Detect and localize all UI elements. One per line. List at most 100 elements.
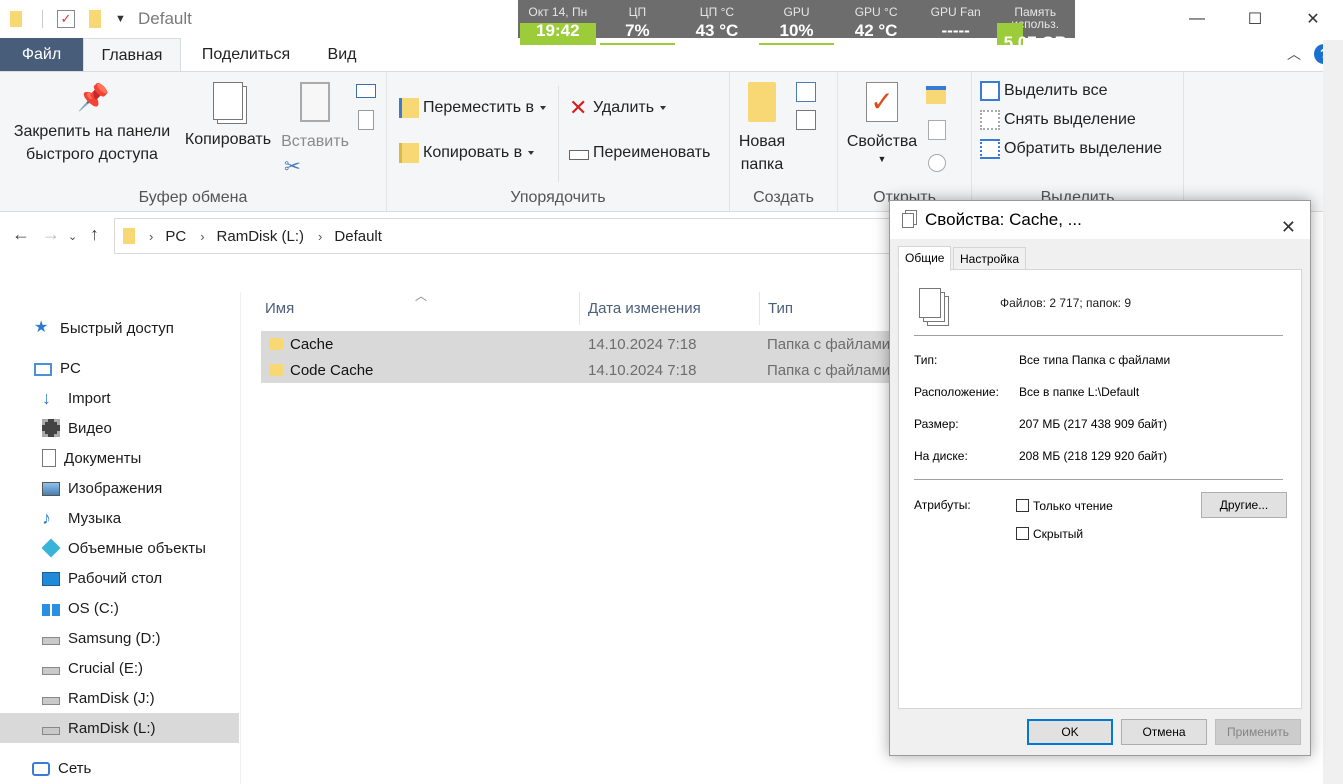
easy-access-icon[interactable] [796, 110, 816, 130]
vertical-scrollbar[interactable] [1323, 40, 1343, 784]
select-none-button[interactable]: Снять выделение [980, 108, 1136, 132]
hw-value: 19:42 [536, 21, 580, 40]
up-arrow-icon[interactable]: ↑ [90, 224, 99, 245]
table-row[interactable]: Code Cache 14.10.2024 7:18 Папка с файла… [261, 357, 901, 383]
properties-button[interactable]: ✓ Свойства ▼ [844, 82, 920, 165]
nav-item-documents[interactable]: Документы [0, 443, 239, 473]
nav-item-music[interactable]: ♪ Музыка [0, 503, 239, 533]
pin-quick-access-button[interactable]: 📌 Закрепить на панели быстрого доступа [6, 82, 178, 166]
maximize-icon: ☐ [1247, 11, 1263, 28]
tab-view[interactable]: Вид [312, 38, 372, 71]
apply-button[interactable]: Применить [1215, 719, 1301, 745]
nav-item-os-c[interactable]: OS (C:) [0, 593, 239, 623]
move-to-button[interactable]: Переместить в [399, 96, 546, 120]
table-row[interactable]: Cache 14.10.2024 7:18 Папка с файлами [261, 331, 901, 357]
edit-icon[interactable] [928, 120, 946, 140]
star-icon: ★ [34, 319, 49, 336]
close-button[interactable]: ✕ [1284, 0, 1342, 38]
new-item-icon[interactable] [796, 82, 816, 102]
invert-selection-label: Обратить выделение [1004, 140, 1163, 157]
forward-arrow-icon[interactable]: → [42, 224, 60, 245]
organize-group-label: Упорядочить [510, 189, 606, 206]
breadcrumb-default[interactable]: Default [334, 228, 382, 245]
rename-button[interactable]: Переименовать [569, 141, 710, 165]
hw-value: 5.07 GB [1003, 33, 1067, 52]
nav-item-network[interactable]: Сеть [0, 753, 239, 783]
hidden-checkbox[interactable] [1016, 527, 1029, 540]
prop-size-value: 207 МБ (217 438 909 байт) [1019, 417, 1168, 431]
download-arrow-icon: ↓ [42, 388, 51, 408]
back-arrow-icon[interactable]: ← [12, 224, 30, 245]
delete-button[interactable]: ✕ Удалить [569, 95, 667, 120]
nav-item-label: RamDisk (L:) [68, 719, 156, 737]
tab-general[interactable]: Общие [898, 246, 952, 271]
nav-item-ramdisk-j[interactable]: RamDisk (J:) [0, 683, 239, 713]
column-header-type[interactable]: Тип [760, 292, 910, 325]
copy-label: Копировать [184, 131, 272, 148]
hw-cpu-cell: ЦП 7% [598, 0, 678, 47]
nav-item-label: Samsung (D:) [68, 629, 161, 647]
select-all-button[interactable]: Выделить все [980, 79, 1107, 103]
nav-item-samsung-d[interactable]: Samsung (D:) [0, 623, 239, 653]
nav-item-video[interactable]: Видео [0, 413, 239, 443]
column-header-date[interactable]: Дата изменения [580, 292, 760, 325]
breadcrumb-ramdisk[interactable]: RamDisk (L:) [217, 228, 305, 245]
hw-value: 10% [779, 21, 814, 40]
nav-item-pc[interactable]: PC [0, 353, 239, 383]
tab-share[interactable]: Поделиться [186, 38, 306, 71]
new-folder-button[interactable]: Новая папка [734, 82, 790, 176]
readonly-checkbox[interactable] [1016, 499, 1029, 512]
hw-value: 7% [625, 21, 650, 40]
open-icon[interactable] [926, 86, 946, 104]
tab-home[interactable]: Главная [83, 38, 181, 72]
chevron-right-icon: › [318, 228, 323, 244]
invert-selection-button[interactable]: Обратить выделение [980, 137, 1162, 161]
nav-item-pictures[interactable]: Изображения [0, 473, 239, 503]
hw-label: GPU °C [854, 5, 898, 19]
paste-shortcut-icon[interactable] [358, 110, 374, 130]
hw-label: ЦП °C [699, 5, 735, 19]
tab-file[interactable]: Файл [0, 38, 83, 71]
cancel-button[interactable]: Отмена [1121, 719, 1207, 745]
file-date: 14.10.2024 7:18 [588, 361, 697, 379]
nav-item-desktop[interactable]: Рабочий стол [0, 563, 239, 593]
copy-to-button[interactable]: Копировать в [399, 141, 535, 165]
hw-date-cell: Окт 14, Пн 19:42 [518, 0, 598, 47]
paste-button[interactable]: Вставить [278, 82, 352, 153]
history-icon[interactable] [928, 154, 946, 172]
scissors-icon[interactable]: ✂ [284, 154, 301, 179]
hw-value: ----- [941, 21, 970, 40]
dialog-close-icon[interactable]: ✕ [1281, 208, 1296, 246]
copy-button[interactable]: Копировать [180, 82, 276, 151]
breadcrumb-pc[interactable]: PC [165, 228, 186, 245]
minimize-button[interactable]: — [1168, 0, 1226, 38]
file-name: Cache [290, 335, 334, 353]
maximize-button[interactable]: ☐ [1226, 0, 1284, 38]
new-folder-quick-icon[interactable] [89, 10, 101, 28]
desktop-icon [42, 572, 60, 586]
advanced-attributes-button[interactable]: Другие... [1201, 492, 1287, 518]
tab-customize[interactable]: Настройка [953, 247, 1027, 270]
customize-toolbar-icon[interactable]: ▼ [115, 13, 126, 25]
nav-item-crucial-e[interactable]: Crucial (E:) [0, 653, 239, 683]
prop-size-on-disk-label: На диске: [914, 449, 968, 463]
nav-item-label: Видео [68, 419, 112, 437]
nav-item-ramdisk-l[interactable]: RamDisk (L:) [0, 713, 239, 743]
nav-item-label: Рабочий стол [68, 569, 163, 587]
select-none-label: Снять выделение [1004, 111, 1136, 128]
delete-x-icon: ✕ [569, 95, 588, 120]
properties-quick-icon[interactable]: ✓ [57, 10, 75, 28]
column-header-name[interactable]: Имя [257, 292, 580, 325]
folder-icon [123, 228, 135, 244]
divider [558, 86, 559, 182]
nav-item-import[interactable]: ↓ Import [0, 383, 239, 413]
copy-path-icon[interactable] [356, 84, 376, 98]
collapse-ribbon-icon[interactable]: ︿ [1287, 44, 1301, 64]
nav-item-label: Import [68, 389, 111, 407]
nav-item-quick-access[interactable]: ★ Быстрый доступ [0, 313, 239, 343]
recent-locations-chevron-icon[interactable]: ⌄ [68, 230, 77, 243]
nav-item-3d-objects[interactable]: Объемные объекты [0, 533, 239, 563]
ok-button[interactable]: OK [1027, 719, 1113, 745]
nav-item-label: PC [60, 359, 81, 377]
address-bar[interactable]: › PC › RamDisk (L:) › Default [114, 218, 914, 254]
